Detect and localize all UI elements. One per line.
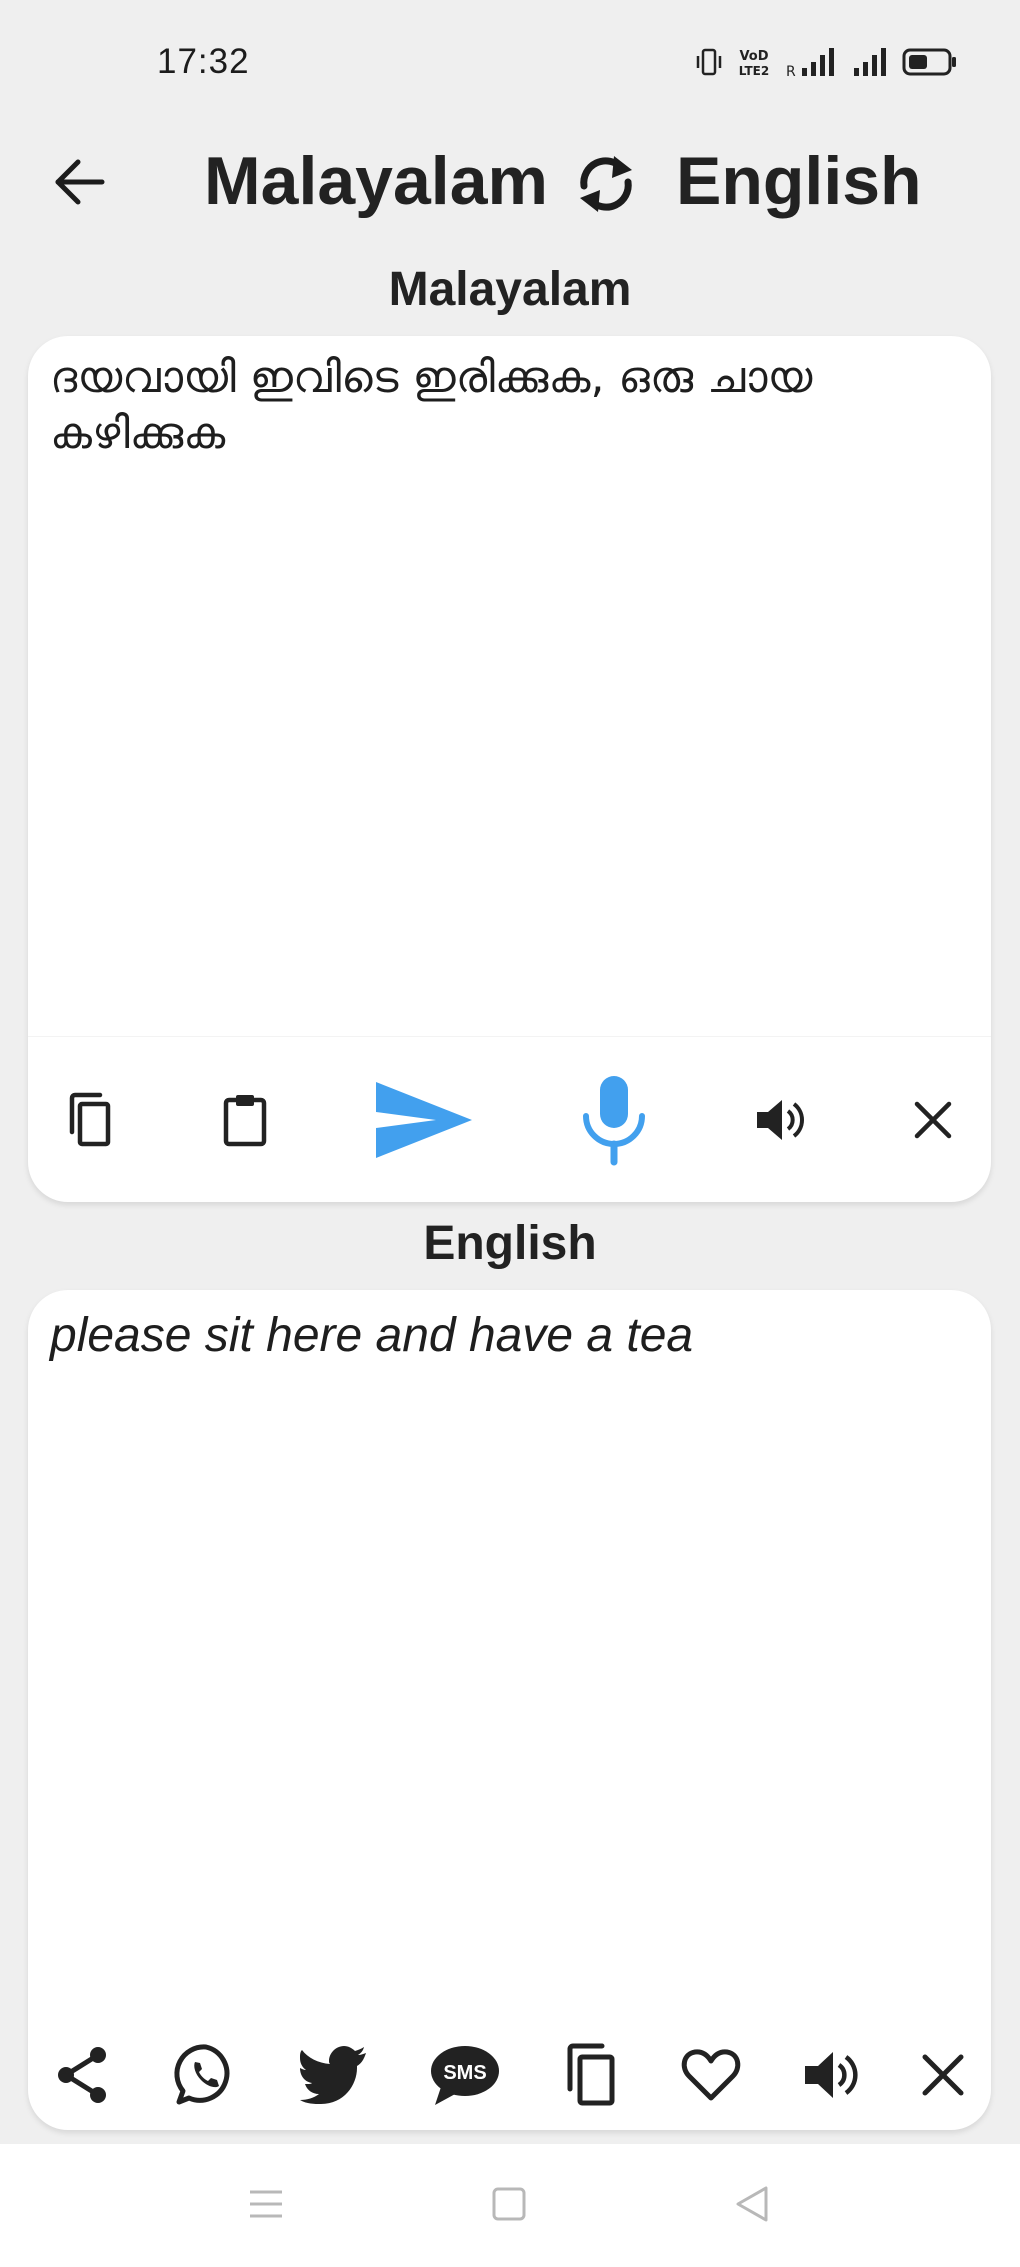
back-nav-button[interactable] xyxy=(722,2176,782,2236)
source-card: ദയവായി ഇവിടെ ഇരിക്കുക, ഒരു ചായ കഴിക്കുക xyxy=(28,336,991,1202)
twitter-share-button[interactable] xyxy=(300,2046,368,2104)
signal-roaming-icon: R xyxy=(784,46,842,78)
swap-languages-button[interactable] xyxy=(570,146,642,222)
status-icons: VoD LTE2 R xyxy=(694,46,958,78)
clear-source-button[interactable] xyxy=(911,1098,955,1142)
mic-icon xyxy=(579,1074,649,1166)
signal-icon xyxy=(852,46,892,78)
send-icon xyxy=(374,1078,474,1162)
source-toolbar xyxy=(28,1036,991,1202)
translated-text: please sit here and have a tea xyxy=(50,1309,694,1362)
whatsapp-icon xyxy=(173,2042,239,2108)
speak-source-button[interactable] xyxy=(754,1096,806,1144)
swap-icon xyxy=(570,156,642,226)
source-language-selector[interactable]: Malayalam xyxy=(204,142,548,220)
source-text-input[interactable]: ദയവായി ഇവിടെ ഇരിക്കുക, ഒരു ചായ കഴിക്കുക xyxy=(50,350,950,462)
home-icon xyxy=(489,2184,529,2229)
copy-translation-button[interactable] xyxy=(562,2043,620,2107)
volte-icon: VoD LTE2 xyxy=(734,46,774,78)
volte-label-bottom: LTE2 xyxy=(739,64,769,78)
speaker-icon xyxy=(802,2048,858,2102)
menu-nav-button[interactable] xyxy=(236,2176,296,2236)
clear-icon xyxy=(911,1098,955,1142)
voice-input-button[interactable] xyxy=(579,1074,649,1166)
copy-icon xyxy=(64,1092,116,1148)
status-bar: 17:32 VoD LTE2 R xyxy=(0,0,1020,130)
sms-label: SMS xyxy=(443,2062,486,2084)
target-language-label: English xyxy=(423,1217,597,1270)
paste-icon xyxy=(221,1092,269,1148)
vibrate-icon xyxy=(694,47,724,77)
share-icon xyxy=(52,2045,112,2105)
target-language-selector[interactable]: English xyxy=(676,142,922,220)
favorite-icon xyxy=(681,2048,741,2102)
copy-source-button[interactable] xyxy=(64,1092,116,1148)
target-toolbar: SMS xyxy=(28,2020,991,2130)
back-button[interactable] xyxy=(50,152,110,212)
menu-icon xyxy=(246,2184,286,2229)
roaming-label: R xyxy=(786,64,796,78)
whatsapp-share-button[interactable] xyxy=(173,2042,239,2108)
share-button[interactable] xyxy=(52,2045,112,2105)
copy-icon xyxy=(562,2043,620,2107)
sms-share-button[interactable]: SMS xyxy=(429,2043,501,2107)
speaker-icon xyxy=(754,1096,806,1144)
battery-icon xyxy=(902,47,958,77)
clear-translation-button[interactable] xyxy=(919,2051,967,2099)
source-language-label: Malayalam xyxy=(388,263,632,316)
favorite-button[interactable] xyxy=(681,2048,741,2102)
home-nav-button[interactable] xyxy=(479,2176,539,2236)
paste-button[interactable] xyxy=(221,1092,269,1148)
app-header: Malayalam English xyxy=(0,130,1020,240)
target-card: please sit here and have a tea SMS xyxy=(28,1290,991,2130)
status-time: 17:32 xyxy=(157,42,250,81)
clear-icon xyxy=(919,2051,967,2099)
speak-translation-button[interactable] xyxy=(802,2048,858,2102)
twitter-icon xyxy=(300,2046,368,2104)
translate-send-button[interactable] xyxy=(374,1078,474,1162)
arrow-left-icon xyxy=(50,159,110,216)
sms-icon: SMS xyxy=(429,2043,501,2107)
system-navigation-bar xyxy=(0,2144,1020,2267)
volte-label-top: VoD xyxy=(739,49,768,64)
back-triangle-icon xyxy=(732,2184,772,2229)
